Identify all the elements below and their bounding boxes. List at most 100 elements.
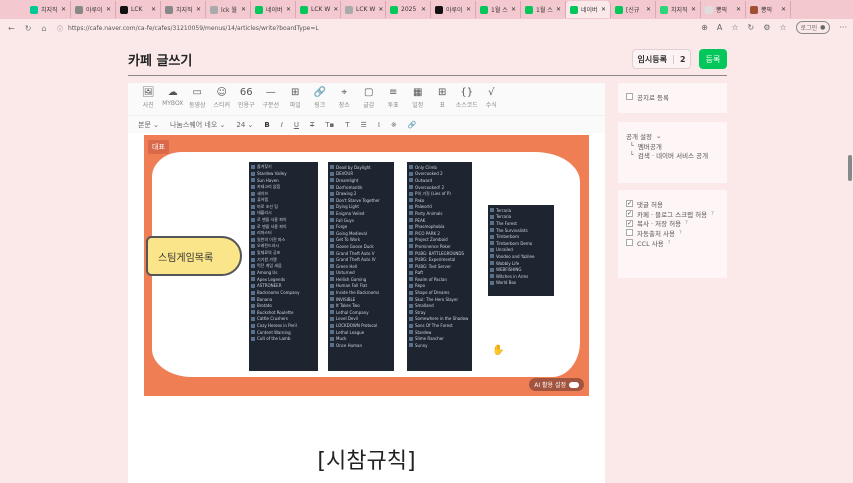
close-icon[interactable]: ✕ bbox=[601, 6, 606, 13]
toolbar-button-10[interactable]: ≡ 투표 bbox=[381, 83, 406, 115]
option-checkbox[interactable]: CCL 사용? bbox=[626, 238, 719, 248]
close-icon[interactable]: ✕ bbox=[556, 6, 561, 13]
italic-button[interactable]: I bbox=[281, 121, 283, 129]
browser-tab[interactable]: LCK W ✕ bbox=[296, 1, 341, 18]
read-aloud-icon[interactable]: A bbox=[717, 23, 722, 32]
favorites-icon[interactable]: ☆ bbox=[779, 23, 786, 32]
content-heading[interactable]: [시참규칙] bbox=[128, 443, 605, 475]
line-height-button[interactable]: I bbox=[378, 121, 380, 129]
link-button[interactable]: 🔗 bbox=[408, 121, 417, 129]
toolbar-button-12[interactable]: ⊞ 표 bbox=[430, 83, 455, 115]
extensions-icon[interactable]: ⚙ bbox=[763, 23, 770, 32]
background-color-button[interactable]: T bbox=[345, 121, 349, 129]
toolbar-button-2[interactable]: ▭ 동영상 bbox=[185, 83, 210, 115]
browser-tab[interactable]: 1월 스 ✕ bbox=[476, 1, 521, 18]
home-icon[interactable]: ⌂ bbox=[41, 24, 46, 33]
more-icon[interactable]: ··· bbox=[839, 23, 847, 32]
bold-button[interactable]: B bbox=[264, 121, 269, 129]
browser-tab[interactable]: 뽕픽 ✕ bbox=[701, 1, 746, 18]
help-icon[interactable]: ? bbox=[679, 230, 682, 236]
close-icon[interactable]: ✕ bbox=[781, 6, 786, 13]
toolbar-button-3[interactable]: ☺ 스티커 bbox=[210, 83, 235, 115]
browser-tab[interactable]: 아루이 ✕ bbox=[431, 1, 476, 18]
toolbar-button-5[interactable]: — 구분선 bbox=[259, 83, 284, 115]
browser-tab[interactable]: 아루이 ✕ bbox=[71, 1, 116, 18]
close-icon[interactable]: ✕ bbox=[421, 6, 426, 13]
text-color-button[interactable]: T▪ bbox=[325, 121, 334, 129]
close-icon[interactable]: ✕ bbox=[466, 6, 471, 13]
favicon-icon bbox=[390, 5, 398, 14]
checkbox[interactable] bbox=[626, 239, 633, 247]
help-icon[interactable]: ? bbox=[685, 220, 688, 226]
close-icon[interactable]: ✕ bbox=[691, 6, 696, 13]
option-checkbox[interactable]: ✓ 카페 · 블로그 스크랩 허용? bbox=[626, 209, 719, 219]
close-icon[interactable]: ✕ bbox=[241, 6, 246, 13]
close-icon[interactable]: ✕ bbox=[106, 6, 111, 13]
temp-save-button[interactable]: 임시등록 2 bbox=[632, 49, 691, 69]
browser-tab[interactable]: LCK W ✕ bbox=[341, 1, 386, 18]
refresh-icon[interactable]: ↻ bbox=[25, 24, 32, 33]
checkbox[interactable]: ✓ bbox=[626, 210, 633, 218]
browser-tab[interactable]: 치지직 ✕ bbox=[656, 1, 701, 18]
temp-save-count[interactable]: 2 bbox=[680, 55, 686, 64]
close-icon[interactable]: ✕ bbox=[511, 6, 516, 13]
close-icon[interactable]: ✕ bbox=[196, 6, 201, 13]
checkbox[interactable]: ✓ bbox=[626, 219, 633, 227]
toolbar-button-4[interactable]: 66 인용구 bbox=[234, 83, 259, 115]
toolbar-button-7[interactable]: 🔗 링크 bbox=[308, 83, 333, 115]
font-size-select[interactable]: 24 ⌄ bbox=[236, 121, 253, 129]
font-select[interactable]: 나눔스퀘어 네오 ⌄ bbox=[170, 120, 225, 130]
close-icon[interactable]: ✕ bbox=[333, 6, 338, 13]
ai-settings-toggle[interactable]: AI 활용 설정 bbox=[529, 378, 584, 391]
embedded-image[interactable]: 대표 스팀게임목록 즐겨찾기 Stardew Valley Sun Haven 카테고… bbox=[144, 135, 589, 396]
favorite-icon[interactable]: ☆ bbox=[731, 23, 738, 32]
checkbox[interactable]: ✓ bbox=[626, 200, 633, 208]
toolbar-button-0[interactable]: 🖼 사진 bbox=[136, 83, 161, 115]
close-icon[interactable]: ✕ bbox=[286, 6, 291, 13]
notice-checkbox[interactable]: 공지로 등록 bbox=[626, 92, 719, 102]
toolbar-button-6[interactable]: ⊞ 파일 bbox=[283, 83, 308, 115]
close-icon[interactable]: ✕ bbox=[61, 6, 66, 13]
login-button[interactable]: 로그인 ● bbox=[795, 21, 831, 34]
url-field[interactable]: ⓘ https://cafe.naver.com/ca-fe/cafes/3121… bbox=[57, 21, 597, 36]
submit-button[interactable]: 등록 bbox=[699, 49, 727, 69]
browser-tab[interactable]: 2025 ✕ bbox=[386, 1, 431, 18]
underline-button[interactable]: U bbox=[294, 121, 299, 129]
toolbar-button-14[interactable]: √ 수식 bbox=[479, 83, 504, 115]
close-icon[interactable]: ✕ bbox=[736, 6, 741, 13]
scrollbar[interactable] bbox=[848, 155, 852, 181]
close-icon[interactable]: ✕ bbox=[646, 6, 651, 13]
browser-tab[interactable]: 네이버 ✕ bbox=[566, 1, 611, 18]
refresh-sync-icon[interactable]: ↻ bbox=[748, 23, 755, 32]
browser-tab[interactable]: 뽕픽 ✕ bbox=[746, 1, 791, 18]
close-icon[interactable]: ✕ bbox=[378, 6, 383, 13]
checkbox[interactable] bbox=[626, 229, 633, 237]
toolbar-button-9[interactable]: ▢ 글감 bbox=[357, 83, 382, 115]
visibility-dropdown[interactable]: 공개 설정 ⌄ bbox=[626, 131, 719, 141]
browser-tab[interactable]: 1월 스 ✕ bbox=[521, 1, 566, 18]
checkbox[interactable] bbox=[626, 93, 633, 101]
help-icon[interactable]: ? bbox=[668, 240, 671, 246]
zoom-icon[interactable]: ⊕ bbox=[701, 23, 708, 32]
special-char-button[interactable]: ※ bbox=[391, 121, 397, 129]
toolbar-button-1[interactable]: ☁ MYBOX bbox=[161, 83, 186, 115]
strikethrough-button[interactable]: T bbox=[310, 121, 314, 129]
option-checkbox[interactable]: 자동출처 사용? bbox=[626, 228, 719, 238]
browser-tab[interactable]: [신규 ✕ bbox=[611, 1, 656, 18]
help-icon[interactable]: ? bbox=[711, 211, 714, 217]
back-icon[interactable]: ← bbox=[8, 24, 15, 33]
browser-tab[interactable]: 네이버 ✕ bbox=[251, 1, 296, 18]
option-checkbox[interactable]: ✓ 댓글 허용 bbox=[626, 199, 719, 209]
browser-tab[interactable]: 치지직 ✕ bbox=[161, 1, 206, 18]
paragraph-style-select[interactable]: 본문 ⌄ bbox=[138, 120, 159, 130]
browser-tab[interactable]: lck 월 ✕ bbox=[206, 1, 251, 18]
align-button[interactable]: ☰ bbox=[361, 121, 367, 129]
toolbar-button-8[interactable]: ⌖ 장소 bbox=[332, 83, 357, 115]
option-checkbox[interactable]: ✓ 복사 · 저장 허용? bbox=[626, 218, 719, 228]
browser-tab[interactable]: LCK ✕ bbox=[116, 1, 161, 18]
browser-tab[interactable]: 치지직 ✕ bbox=[26, 1, 71, 18]
representative-badge[interactable]: 대표 bbox=[148, 140, 169, 154]
close-icon[interactable]: ✕ bbox=[151, 6, 156, 13]
toolbar-button-11[interactable]: ▦ 일정 bbox=[406, 83, 431, 115]
toolbar-button-13[interactable]: {} 소스코드 bbox=[455, 83, 480, 115]
